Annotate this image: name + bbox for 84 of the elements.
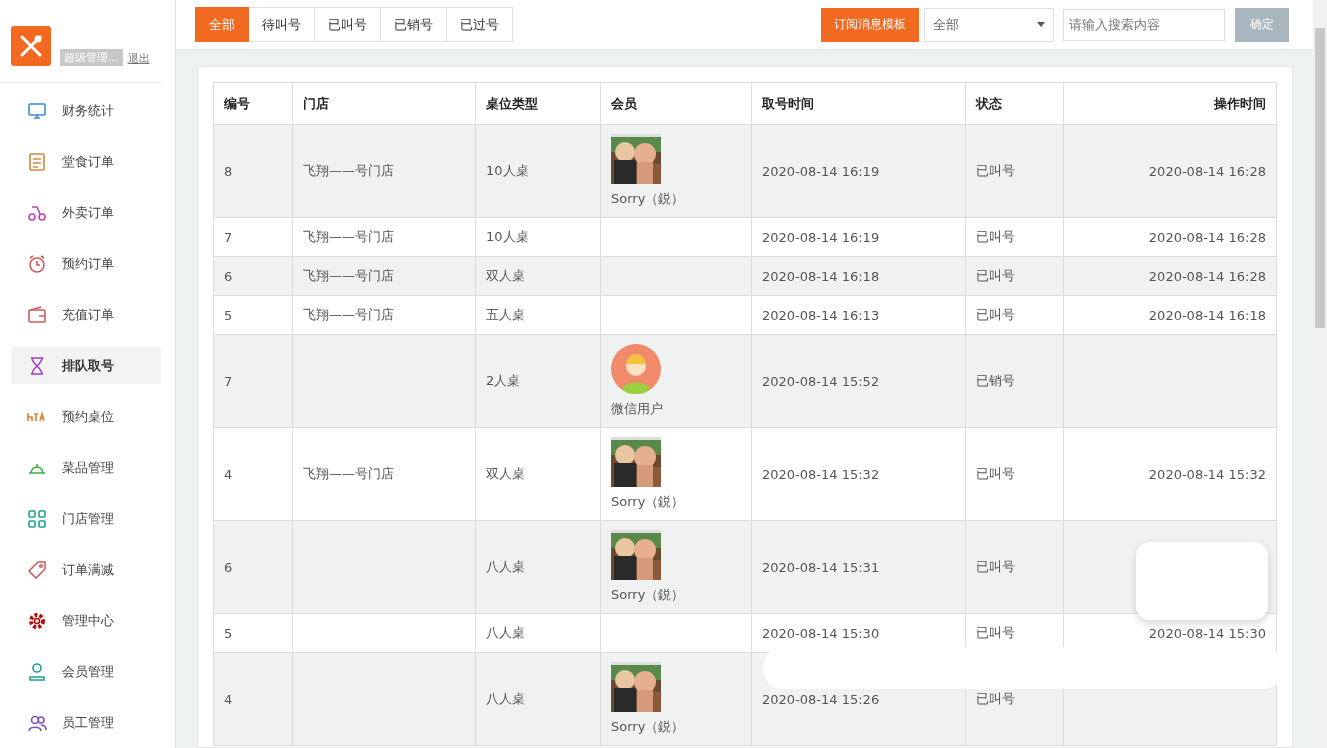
filter-tab[interactable]: 待叫号 (249, 7, 315, 42)
sidebar-item[interactable]: 管理中心 (11, 602, 161, 639)
table-cell: 2020-08-14 16:18 (751, 256, 966, 296)
table-cell: 双人桌 (475, 427, 601, 521)
table-cell: 5 (213, 613, 293, 653)
table-cell: 4 (213, 652, 293, 746)
menu-icon (27, 508, 47, 529)
table-cell: 已叫号 (965, 295, 1064, 335)
sidebar-item[interactable]: 预约桌位 (11, 398, 161, 435)
menu-icon (27, 559, 47, 580)
filter-tab[interactable]: 已销号 (381, 7, 447, 42)
table-cell: 7 (213, 217, 293, 257)
sidebar-item[interactable]: 门店管理 (11, 500, 161, 537)
column-header: 取号时间 (751, 82, 966, 125)
table-cell: 2020-08-14 16:19 (751, 124, 966, 218)
table-cell: 双人桌 (475, 256, 601, 296)
table-cell: 2020-08-14 16:28 (1063, 256, 1277, 296)
filter-tab[interactable]: 已过号 (447, 7, 513, 42)
table-cell: 2人桌 (475, 334, 601, 428)
table-cell: 八人桌 (475, 613, 601, 653)
column-header: 状态 (965, 82, 1064, 125)
member-name: Sorry（鋭） (611, 586, 685, 604)
table-cell: 4 (213, 427, 293, 521)
column-header: 编号 (213, 82, 293, 125)
column-header: 会员 (600, 82, 752, 125)
table-cell: 八人桌 (475, 652, 601, 746)
table-cell: 10人桌 (475, 124, 601, 218)
table-cell: 八人桌 (475, 520, 601, 614)
table-cell: 2020-08-14 15:31 (751, 520, 966, 614)
table-cell: 10人桌 (475, 217, 601, 257)
column-header: 门店 (292, 82, 476, 125)
sidebar-item[interactable]: 充值订单 (11, 296, 161, 333)
sidebar-item[interactable]: 排队取号 (11, 347, 161, 384)
table-cell: 已叫号 (965, 256, 1064, 296)
sidebar-item[interactable]: 员工管理 (11, 704, 161, 741)
member-name: Sorry（鋭） (611, 190, 685, 208)
table-cell: 飞翔——号门店 (292, 124, 476, 218)
sidebar-item[interactable]: 堂食订单 (11, 143, 161, 180)
table-cell: 5 (213, 295, 293, 335)
logo-icon (11, 26, 51, 66)
column-header: 桌位类型 (475, 82, 601, 125)
table-cell: 已叫号 (965, 520, 1064, 614)
table-cell: 飞翔——号门店 (292, 256, 476, 296)
status-dropdown[interactable]: 全部 (924, 7, 1054, 42)
avatar-icon (611, 344, 661, 394)
sidebar-item[interactable]: 订单满减 (11, 551, 161, 588)
table-cell: 2020-08-14 15:32 (751, 427, 966, 521)
table-cell: 2020-08-14 16:13 (751, 295, 966, 335)
table-cell: 飞翔——号门店 (292, 217, 476, 257)
table-cell: 已销号 (965, 334, 1064, 428)
sidebar-item[interactable]: 菜品管理 (11, 449, 161, 486)
table-cell: 飞翔——号门店 (292, 427, 476, 521)
filter-tab[interactable]: 已叫号 (315, 7, 381, 42)
table-cell: 6 (213, 520, 293, 614)
menu-icon (27, 610, 47, 631)
member-name: 微信用户 (611, 400, 663, 418)
table-cell: 6 (213, 256, 293, 296)
sidebar-item[interactable]: 财务统计 (11, 92, 161, 129)
table-cell: 7 (213, 334, 293, 428)
table-cell: 五人桌 (475, 295, 601, 335)
table-cell: 2020-08-14 16:19 (751, 217, 966, 257)
logout-link[interactable]: 退出 (127, 51, 150, 66)
table-cell: 2020-08-14 15:32 (1063, 427, 1277, 521)
table-cell: 已叫号 (965, 427, 1064, 521)
menu-icon (27, 253, 47, 274)
column-header: 操作时间 (1063, 82, 1277, 125)
table-cell: 8 (213, 124, 293, 218)
table-cell: 飞翔——号门店 (292, 295, 476, 335)
menu-icon (27, 304, 47, 325)
sidebar-item[interactable]: 会员管理 (11, 653, 161, 690)
table-cell: 已叫号 (965, 124, 1064, 218)
table-cell: 已叫号 (965, 217, 1064, 257)
sidebar-item[interactable]: 外卖订单 (11, 194, 161, 231)
table-cell: 2020-08-14 16:28 (1063, 217, 1277, 257)
search-field[interactable]: 请输入搜索内容 (1063, 8, 1225, 41)
sidebar-item[interactable]: 预约订单 (11, 245, 161, 282)
table-cell: 2020-08-14 16:28 (1063, 124, 1277, 218)
menu-icon (27, 100, 47, 121)
table-cell: 2020-08-14 16:18 (1063, 295, 1277, 335)
menu-icon (27, 661, 47, 682)
member-name: Sorry（鋭） (611, 493, 685, 511)
menu-icon (27, 151, 47, 172)
member-name: Sorry（鋭） (611, 718, 685, 736)
table-cell: 2020-08-14 15:52 (751, 334, 966, 428)
